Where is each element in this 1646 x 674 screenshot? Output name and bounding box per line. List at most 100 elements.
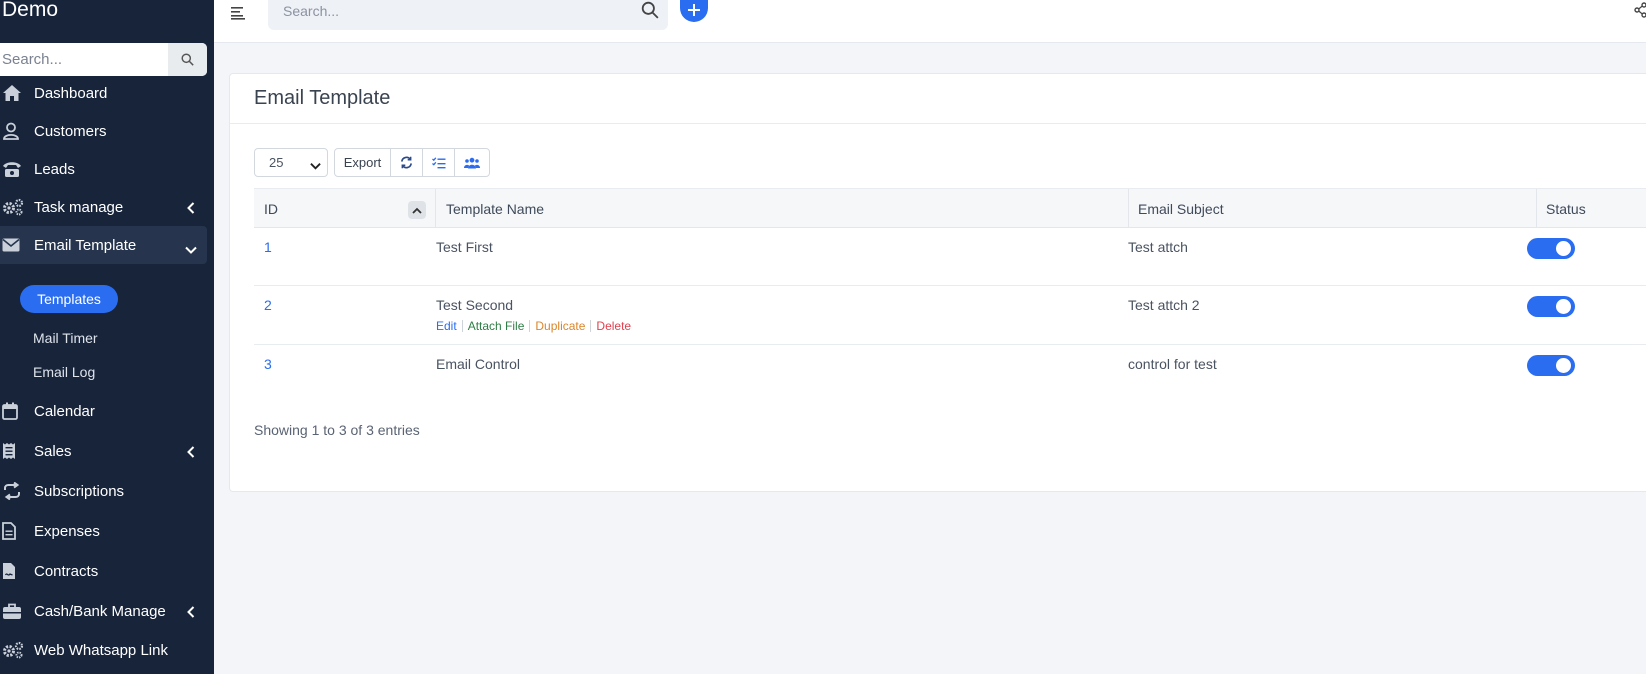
table-row: 3 Email Control control for test bbox=[254, 345, 1646, 389]
row-template-name: Email Control bbox=[436, 356, 521, 372]
briefcase-icon bbox=[0, 602, 34, 620]
sidebar-item-label: Email Template bbox=[34, 236, 137, 254]
row-id[interactable]: 3 bbox=[264, 356, 272, 372]
row-email-subject: control for test bbox=[1128, 356, 1217, 372]
sidebar-item-label: Expenses bbox=[34, 522, 100, 540]
table-row: 2 Test Second Edit Attach File Duplicate… bbox=[254, 286, 1646, 345]
brand-logo[interactable]: Demo bbox=[2, 0, 58, 22]
duplicate-link[interactable]: Duplicate bbox=[535, 319, 585, 333]
sidebar-item-dashboard[interactable]: Dashboard bbox=[0, 74, 207, 112]
sidebar-item-label: Customers bbox=[34, 122, 107, 140]
repeat-icon bbox=[0, 482, 34, 500]
row-template-name: Test Second bbox=[436, 297, 514, 313]
list-check-icon bbox=[431, 156, 445, 168]
search-icon bbox=[181, 53, 194, 66]
sidebar-item-label: Leads bbox=[34, 160, 75, 178]
sidebar-item-customers[interactable]: Customers bbox=[0, 112, 207, 150]
home-icon bbox=[0, 84, 34, 102]
row-id[interactable]: 2 bbox=[264, 297, 272, 313]
sidebar-item-label: Task manage bbox=[34, 198, 124, 216]
row-id[interactable]: 1 bbox=[264, 239, 272, 255]
action-separator bbox=[529, 320, 531, 332]
email-template-card: Email Template 25 Export ID Template Nam… bbox=[229, 73, 1646, 492]
sidebar-item-sales[interactable]: Sales bbox=[0, 432, 207, 470]
calendar-icon bbox=[0, 402, 34, 420]
toggle-knob bbox=[1556, 299, 1571, 314]
delete-link[interactable]: Delete bbox=[596, 319, 631, 333]
top-search bbox=[268, 0, 668, 30]
column-separator bbox=[435, 189, 436, 228]
sidebar-item-label: Calendar bbox=[34, 402, 95, 420]
card-divider bbox=[230, 123, 1646, 124]
chevron-down-icon bbox=[185, 241, 197, 258]
users-icon bbox=[464, 157, 480, 168]
row-actions: Edit Attach File Duplicate Delete bbox=[436, 319, 631, 333]
sidebar-item-web-whatsapp-link[interactable]: Web Whatsapp Link bbox=[0, 631, 207, 669]
row-email-subject: Test attch 2 bbox=[1128, 297, 1200, 313]
sidebar-item-calendar[interactable]: Calendar bbox=[0, 392, 207, 430]
sidebar-item-cash-bank-manage[interactable]: Cash/Bank Manage bbox=[0, 592, 207, 630]
gears-icon bbox=[0, 198, 34, 216]
table-header: ID Template Name Email Subject Status bbox=[254, 188, 1646, 228]
refresh-icon bbox=[401, 156, 412, 169]
status-toggle[interactable] bbox=[1527, 238, 1575, 259]
top-search-input[interactable] bbox=[268, 0, 618, 22]
page-size-select[interactable]: 25 bbox=[254, 148, 328, 177]
table-toolbar: Export bbox=[334, 148, 490, 177]
column-header-email-subject[interactable]: Email Subject bbox=[1138, 189, 1224, 228]
add-button[interactable] bbox=[680, 0, 708, 22]
sidebar-item-contracts[interactable]: Contracts bbox=[0, 552, 207, 590]
page-size-value: 25 bbox=[269, 155, 284, 170]
sidebar-subitem-mail-timer[interactable]: Mail Timer bbox=[33, 330, 98, 346]
plus-icon bbox=[688, 4, 700, 16]
column-header-template-name[interactable]: Template Name bbox=[446, 189, 544, 228]
sidebar-item-task-manage[interactable]: Task manage bbox=[0, 188, 207, 226]
contract-icon bbox=[0, 562, 34, 580]
action-separator bbox=[590, 320, 592, 332]
chevron-left-icon bbox=[187, 605, 195, 622]
menu-toggle-icon[interactable] bbox=[231, 6, 247, 20]
sort-button[interactable] bbox=[408, 201, 426, 219]
row-template-name: Test First bbox=[436, 239, 493, 255]
chevron-down-icon bbox=[310, 158, 321, 173]
column-header-status[interactable]: Status bbox=[1546, 189, 1586, 228]
sidebar-item-leads[interactable]: Leads bbox=[0, 150, 207, 188]
sidebar-subitem-email-log[interactable]: Email Log bbox=[33, 364, 95, 380]
sidebar-search-input[interactable] bbox=[0, 43, 168, 76]
column-header-id[interactable]: ID bbox=[264, 189, 278, 228]
column-separator bbox=[1128, 189, 1129, 228]
table-info: Showing 1 to 3 of 3 entries bbox=[254, 422, 420, 438]
sidebar-item-label: Cash/Bank Manage bbox=[34, 602, 166, 620]
attach-file-link[interactable]: Attach File bbox=[468, 319, 525, 333]
toggle-knob bbox=[1556, 241, 1571, 256]
sidebar-item-expenses[interactable]: Expenses bbox=[0, 512, 207, 550]
action-separator bbox=[461, 320, 463, 332]
sidebar-item-subscriptions[interactable]: Subscriptions bbox=[0, 472, 207, 510]
status-toggle[interactable] bbox=[1527, 355, 1575, 376]
sidebar-item-label: Sales bbox=[34, 442, 72, 460]
status-toggle[interactable] bbox=[1527, 296, 1575, 317]
column-list-button[interactable] bbox=[423, 149, 455, 176]
envelope-icon bbox=[0, 238, 34, 252]
sidebar-item-label: Web Whatsapp Link bbox=[34, 641, 168, 659]
toggle-knob bbox=[1556, 358, 1571, 373]
chevron-left-icon bbox=[187, 445, 195, 462]
gears-icon bbox=[0, 641, 34, 659]
sidebar-item-label: Contracts bbox=[34, 562, 99, 580]
share-icon[interactable] bbox=[1634, 2, 1646, 23]
group-button[interactable] bbox=[455, 149, 489, 176]
sidebar-search-button[interactable] bbox=[168, 43, 207, 76]
edit-link[interactable]: Edit bbox=[436, 319, 457, 333]
sidebar-item-email-template[interactable]: Email Template bbox=[0, 226, 207, 264]
sidebar: Demo Dashboard Customers Leads Task mana… bbox=[0, 0, 214, 674]
sidebar-subitem-templates[interactable]: Templates bbox=[20, 285, 118, 313]
export-button[interactable]: Export bbox=[335, 149, 391, 176]
chevron-left-icon bbox=[187, 201, 195, 218]
refresh-button[interactable] bbox=[391, 149, 423, 176]
sidebar-item-label: Subscriptions bbox=[34, 482, 125, 500]
table-row: 1 Test First Test attch bbox=[254, 228, 1646, 286]
phone-icon bbox=[0, 160, 34, 178]
receipt-icon bbox=[0, 442, 34, 460]
search-icon[interactable] bbox=[641, 1, 659, 24]
file-icon bbox=[0, 522, 34, 540]
